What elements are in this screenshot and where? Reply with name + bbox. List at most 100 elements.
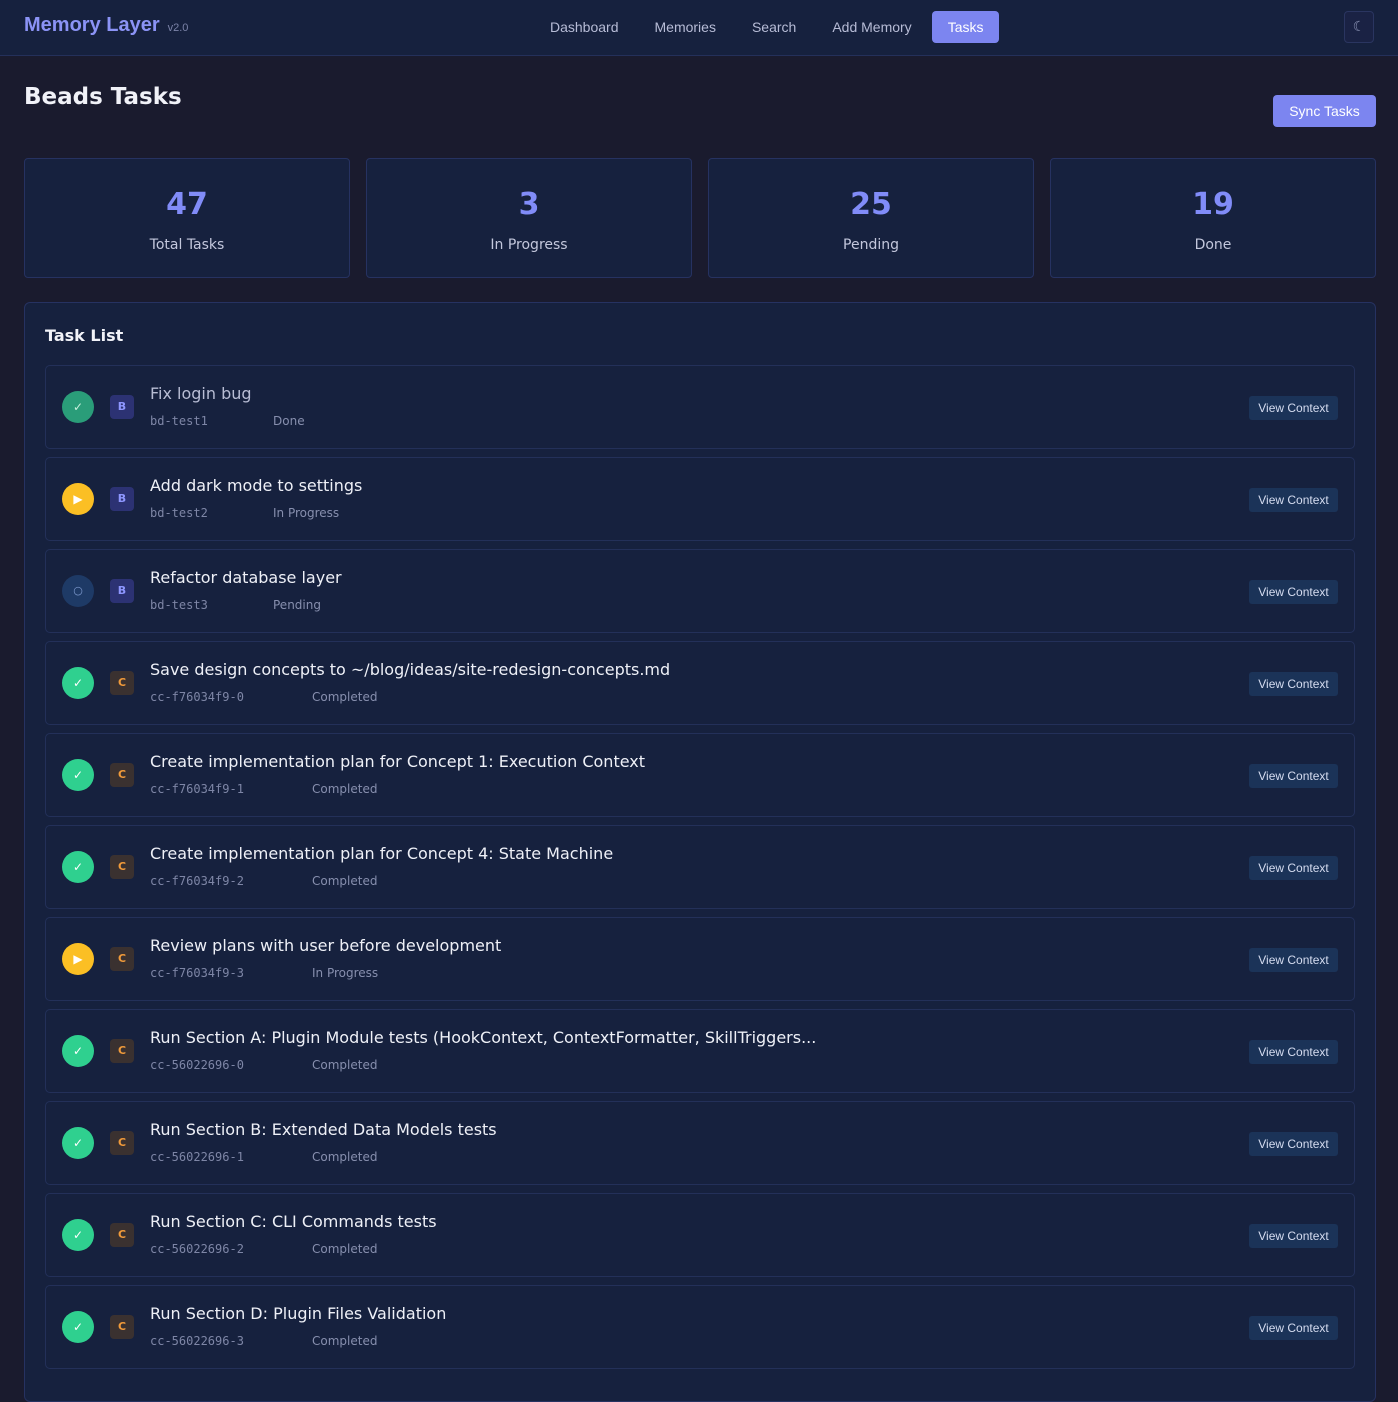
nav-link-tasks[interactable]: Tasks	[931, 11, 1000, 43]
sync-tasks-button[interactable]: Sync Tasks	[1273, 95, 1376, 127]
task-status: Completed	[312, 782, 378, 796]
source-badge: C	[110, 1039, 134, 1063]
check-icon[interactable]: ✓	[62, 667, 94, 699]
theme-toggle-button[interactable]: ☾	[1344, 11, 1374, 43]
source-badge: B	[110, 395, 134, 419]
check-icon[interactable]: ✓	[62, 391, 94, 423]
view-context-button[interactable]: View Context	[1249, 1224, 1338, 1248]
task-title: Save design concepts to ~/blog/ideas/sit…	[150, 660, 671, 679]
stat-value: 19	[1192, 187, 1234, 222]
view-context-button[interactable]: View Context	[1249, 396, 1338, 420]
app-version: v2.0	[167, 22, 189, 34]
stat-value: 3	[518, 187, 540, 222]
stat-value: 47	[166, 187, 208, 222]
task-row[interactable]: ✓ B Fix login bug bd-test1 Done View Con…	[45, 365, 1355, 449]
view-context-button[interactable]: View Context	[1249, 672, 1338, 696]
task-title: Create implementation plan for Concept 4…	[150, 844, 614, 863]
brand[interactable]: Memory Layer v2.0	[24, 14, 188, 37]
task-row[interactable]: ▶ C Review plans with user before develo…	[45, 917, 1355, 1001]
view-context-button[interactable]: View Context	[1249, 488, 1338, 512]
task-id: cc-f76034f9-3	[150, 966, 244, 980]
task-row[interactable]: ✓ C Create implementation plan for Conce…	[45, 733, 1355, 817]
task-id: cc-56022696-2	[150, 1242, 244, 1256]
nav-link-add-memory[interactable]: Add Memory	[814, 11, 929, 43]
task-status: Completed	[312, 1058, 378, 1072]
task-title: Add dark mode to settings	[150, 476, 363, 495]
check-icon[interactable]: ✓	[62, 1127, 94, 1159]
task-status: Completed	[312, 874, 378, 888]
task-list-panel: Task List ✓ B Fix login bug bd-test1 Don…	[24, 302, 1376, 1402]
task-title: Run Section A: Plugin Module tests (Hook…	[150, 1028, 817, 1047]
check-icon[interactable]: ✓	[62, 1219, 94, 1251]
task-row[interactable]: ✓ C Run Section A: Plugin Module tests (…	[45, 1009, 1355, 1093]
stat-label: Done	[1194, 237, 1232, 253]
task-list: ✓ B Fix login bug bd-test1 Done View Con…	[45, 365, 1355, 1377]
view-context-button[interactable]: View Context	[1249, 1132, 1338, 1156]
task-status: Completed	[312, 1334, 378, 1348]
play-icon[interactable]: ▶	[62, 483, 94, 515]
stat-card-done: 19 Done	[1050, 158, 1376, 278]
view-context-button[interactable]: View Context	[1249, 948, 1338, 972]
nav-link-memories[interactable]: Memories	[637, 11, 734, 43]
task-row[interactable]: ✓ C Run Section B: Extended Data Models …	[45, 1101, 1355, 1185]
stat-card-in-progress: 3 In Progress	[366, 158, 692, 278]
stat-card-pending: 25 Pending	[708, 158, 1034, 278]
source-badge: C	[110, 763, 134, 787]
task-row[interactable]: ✓ C Run Section D: Plugin Files Validati…	[45, 1285, 1355, 1369]
source-badge: C	[110, 671, 134, 695]
check-icon[interactable]: ✓	[62, 1311, 94, 1343]
task-row[interactable]: ▶ B Add dark mode to settings bd-test2 I…	[45, 457, 1355, 541]
view-context-button[interactable]: View Context	[1249, 1316, 1338, 1340]
task-title: Create implementation plan for Concept 1…	[150, 752, 646, 771]
task-row[interactable]: ✓ C Create implementation plan for Conce…	[45, 825, 1355, 909]
view-context-button[interactable]: View Context	[1249, 580, 1338, 604]
task-status: In Progress	[312, 966, 379, 980]
stat-card-total: 47 Total Tasks	[24, 158, 350, 278]
task-row[interactable]: ✓ C Save design concepts to ~/blog/ideas…	[45, 641, 1355, 725]
circle-icon[interactable]: ○	[62, 575, 94, 607]
task-id: bd-test1	[150, 414, 208, 428]
task-id: bd-test3	[150, 598, 208, 612]
app-title: Memory Layer	[24, 14, 160, 36]
top-navbar: Memory Layer v2.0 Dashboard Memories Sea…	[0, 0, 1398, 56]
check-icon[interactable]: ✓	[62, 1035, 94, 1067]
nav-links: Dashboard Memories Search Add Memory Tas…	[532, 11, 1000, 43]
source-badge: C	[110, 947, 134, 971]
view-context-button[interactable]: View Context	[1249, 1040, 1338, 1064]
moon-icon: ☾	[1352, 19, 1366, 35]
task-title: Refactor database layer	[150, 568, 342, 587]
source-badge: C	[110, 855, 134, 879]
stats-row: 47 Total Tasks 3 In Progress 25 Pending …	[24, 158, 1376, 278]
source-badge: B	[110, 487, 134, 511]
check-icon[interactable]: ✓	[62, 851, 94, 883]
task-status: Completed	[312, 690, 378, 704]
source-badge: B	[110, 579, 134, 603]
task-id: cc-f76034f9-0	[150, 690, 244, 704]
nav-link-dashboard[interactable]: Dashboard	[532, 11, 637, 43]
source-badge: C	[110, 1315, 134, 1339]
play-icon[interactable]: ▶	[62, 943, 94, 975]
task-row[interactable]: ○ B Refactor database layer bd-test3 Pen…	[45, 549, 1355, 633]
task-id: cc-56022696-1	[150, 1150, 244, 1164]
task-id: cc-f76034f9-2	[150, 874, 244, 888]
task-status: Pending	[273, 598, 321, 612]
check-icon[interactable]: ✓	[62, 759, 94, 791]
task-title: Review plans with user before developmen…	[150, 936, 502, 955]
task-list-title: Task List	[45, 326, 124, 345]
view-context-button[interactable]: View Context	[1249, 856, 1338, 880]
task-title: Fix login bug	[150, 384, 252, 403]
task-id: cc-56022696-0	[150, 1058, 244, 1072]
task-status: Completed	[312, 1150, 378, 1164]
task-row[interactable]: ✓ C Run Section C: CLI Commands tests cc…	[45, 1193, 1355, 1277]
stat-label: In Progress	[490, 237, 568, 253]
task-id: cc-56022696-3	[150, 1334, 244, 1348]
view-context-button[interactable]: View Context	[1249, 764, 1338, 788]
page-title: Beads Tasks	[24, 84, 182, 110]
nav-link-search[interactable]: Search	[734, 11, 814, 43]
task-status: Done	[273, 414, 305, 428]
source-badge: C	[110, 1131, 134, 1155]
stat-label: Total Tasks	[149, 237, 225, 253]
task-status: Completed	[312, 1242, 378, 1256]
stat-label: Pending	[843, 237, 899, 253]
task-status: In Progress	[273, 506, 340, 520]
